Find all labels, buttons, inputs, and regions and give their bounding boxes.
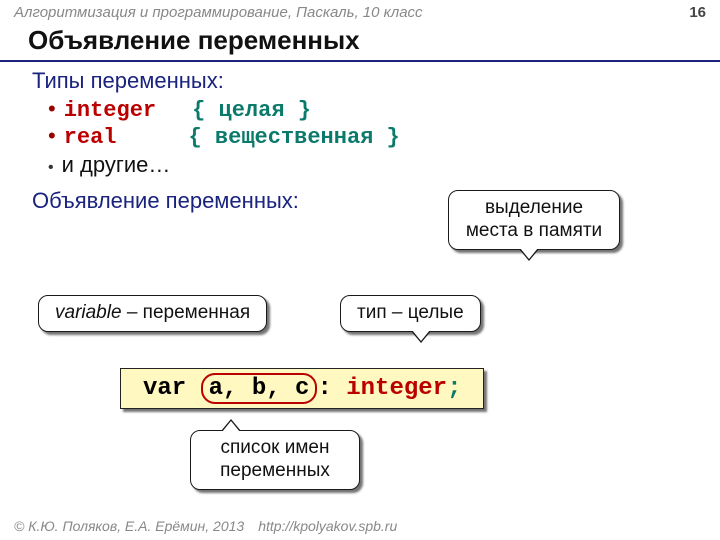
code-var: var (143, 375, 201, 402)
slide-header: Алгоритмизация и программирование, Паска… (0, 0, 720, 23)
callout-variable: variable – переменная (38, 295, 267, 332)
code-colon: : (317, 375, 346, 402)
code-box: var a, b, c: integer; (120, 368, 484, 409)
page-number: 16 (689, 4, 706, 21)
slide-footer: © К.Ю. Поляков, Е.А. Ерёмин, 2013 http:/… (0, 514, 720, 540)
comment-real: { вещественная } (189, 125, 400, 150)
callout-id-list-text: список имен переменных (220, 437, 330, 481)
types-heading: Типы переменных: (32, 68, 690, 94)
type-item-real: • real { вещественная } (48, 125, 690, 150)
types-list: • integer { целая } • real { вещественна… (48, 98, 690, 178)
types-other-text: и другие… (62, 152, 171, 178)
code-type: integer (346, 375, 447, 402)
type-item-integer: • integer { целая } (48, 98, 690, 123)
keyword-real: real (64, 125, 117, 150)
slide-title: Объявление переменных (0, 23, 720, 62)
comment-integer: { целая } (192, 98, 311, 123)
keyword-integer: integer (64, 98, 156, 123)
code-semicolon: ; (447, 375, 461, 402)
course-label: Алгоритмизация и программирование, Паска… (14, 4, 423, 21)
callout-id-list: список имен переменных (190, 430, 360, 490)
callout-memory-text: выделение места в памяти (466, 197, 602, 241)
type-item-other: • и другие… (48, 152, 690, 178)
callout-variable-rest: – переменная (122, 302, 251, 323)
callout-memory: выделение места в памяти (448, 190, 620, 250)
bullet-icon: • (48, 125, 56, 147)
callout-type-text: тип – целые (357, 302, 464, 323)
copyright-text: © К.Ю. Поляков, Е.А. Ерёмин, 2013 (14, 518, 244, 534)
bullet-icon: • (48, 98, 56, 120)
callout-type: тип – целые (340, 295, 481, 332)
callout-variable-italic: variable (55, 302, 122, 323)
bullet-icon: • (48, 160, 54, 176)
code-identifiers: a, b, c (201, 373, 318, 404)
footer-url: http://kpolyakov.spb.ru (258, 518, 397, 534)
